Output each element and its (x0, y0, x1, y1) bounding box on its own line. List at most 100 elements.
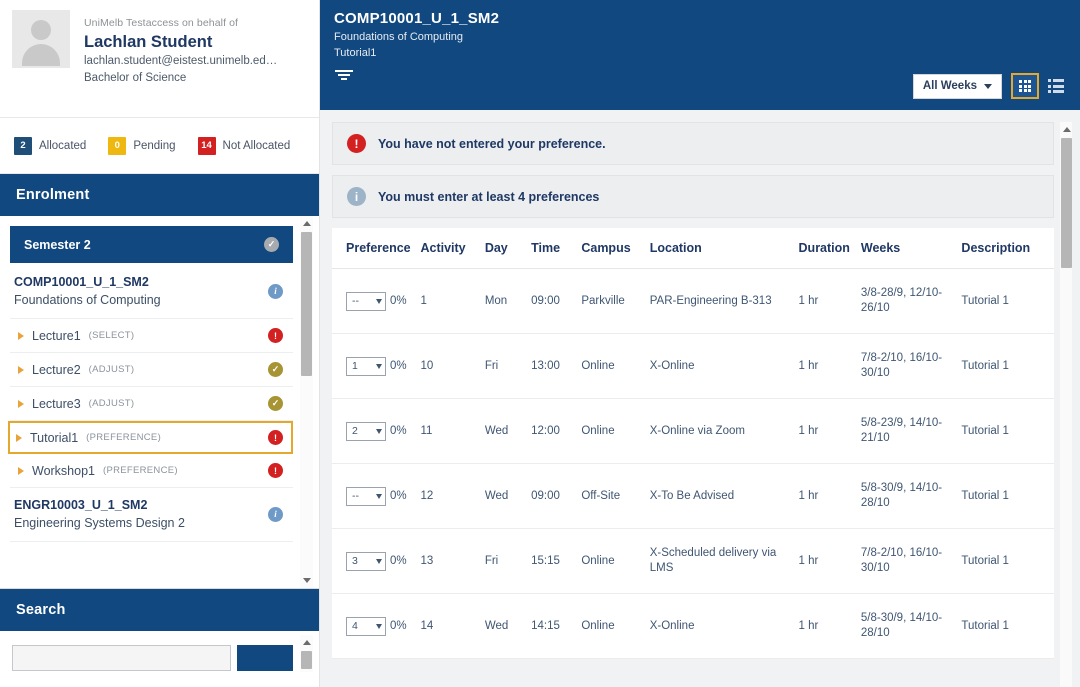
preference-select[interactable]: 1 (346, 356, 386, 376)
scroll-up-icon[interactable] (1061, 124, 1072, 135)
expand-triangle-icon (18, 331, 24, 340)
activity-name: Lecture1 (32, 328, 81, 343)
page-subject: Foundations of Computing (334, 31, 464, 43)
sidebar-activity-tutorial1[interactable]: Tutorial1 (PREFERENCE) ! (8, 421, 293, 454)
enrolment-scrollbar[interactable] (300, 216, 313, 588)
all-weeks-label: All Weeks (922, 80, 977, 92)
status-pending-label: Pending (133, 139, 176, 152)
cell-description: Tutorial 1 (961, 593, 1054, 659)
column-header-weeks: Weeks (860, 228, 962, 269)
preference-select[interactable]: 3 (346, 551, 386, 571)
activity-mode: (ADJUST) (88, 398, 135, 409)
column-header-description: Description (961, 228, 1054, 269)
error-alert-text: You have not entered your preference. (378, 136, 606, 151)
scrollbar-thumb[interactable] (301, 232, 312, 376)
profile-email: lachlan.student@eistest.unimelb.ed… (84, 55, 278, 67)
table-row[interactable]: -- 0% 12 Wed 09:00 Off-Site X-To Be Advi (332, 463, 1054, 529)
filter-icon[interactable] (334, 70, 354, 86)
check-circle-icon: ✓ (268, 362, 283, 377)
column-header-campus: Campus (581, 228, 650, 269)
scroll-up-icon[interactable] (301, 637, 312, 648)
check-circle-icon: ✓ (264, 237, 279, 252)
preference-select[interactable]: 4 (346, 616, 386, 636)
scroll-down-icon[interactable] (301, 575, 312, 586)
main-content-scrollbar[interactable] (1060, 122, 1072, 687)
scrollbar-thumb[interactable] (301, 651, 312, 669)
all-weeks-dropdown[interactable]: All Weeks (912, 73, 1002, 99)
preference-select[interactable]: 2 (346, 421, 386, 441)
cell-weeks: 3/8-28/9, 12/10-26/10 (860, 268, 962, 334)
chevron-down-icon (376, 298, 382, 304)
exclamation-circle-icon: ! (347, 134, 366, 153)
info-circle-icon: i (347, 187, 366, 206)
cell-day: Wed (484, 463, 532, 529)
preference-select[interactable]: -- (346, 291, 386, 311)
course-row-comp10001[interactable]: COMP10001_U_1_SM2 Foundations of Computi… (10, 265, 293, 319)
cell-location: X-Online (649, 593, 799, 659)
cell-location: X-Online (649, 333, 799, 399)
list-view-button[interactable] (1048, 77, 1066, 95)
activity-mode: (SELECT) (88, 330, 135, 341)
sidebar-activity-workshop1[interactable]: Workshop1 (PREFERENCE) ! (10, 454, 293, 488)
semester-header[interactable]: Semester 2 ✓ (10, 226, 293, 263)
chevron-down-icon (376, 558, 382, 564)
cell-campus: Off-Site (581, 463, 650, 529)
cell-duration: 1 hr (798, 528, 861, 594)
cell-campus: Online (581, 333, 650, 399)
expand-triangle-icon (18, 466, 24, 475)
table-row[interactable]: 2 0% 11 Wed 12:00 Online X-Online via Zo (332, 398, 1054, 464)
cell-location: X-Online via Zoom (649, 398, 799, 464)
cell-campus: Parkville (581, 268, 650, 334)
cell-duration: 1 hr (798, 398, 861, 464)
info-icon[interactable]: i (268, 506, 283, 522)
alert-icon: ! (268, 463, 283, 478)
cell-time: 13:00 (531, 333, 582, 399)
sidebar-activity-lecture1[interactable]: Lecture1 (SELECT) ! (10, 319, 293, 353)
info-icon[interactable]: i (268, 283, 283, 299)
main-body: ! You have not entered your preference. … (320, 110, 1080, 687)
table-row[interactable]: -- 0% 1 Mon 09:00 Parkville PAR-Engineer (332, 268, 1054, 334)
sidebar-activity-lecture3[interactable]: Lecture3 (ADJUST) ✓ (10, 387, 293, 421)
table-header-row: Preference Activity Day Time Campus Loca… (332, 228, 1054, 269)
preference-value: -- (352, 294, 359, 307)
cell-activity: 10 (420, 333, 485, 399)
search-scrollbar[interactable] (300, 635, 313, 672)
enrolment-panel-title: Enrolment (0, 174, 319, 216)
sidebar-activity-lecture2[interactable]: Lecture2 (ADJUST) ✓ (10, 353, 293, 387)
cell-day: Wed (484, 593, 532, 659)
cell-description: Tutorial 1 (961, 463, 1054, 529)
profile-on-behalf-of: UniMelb Testaccess on behalf of (84, 17, 239, 29)
expand-triangle-icon (18, 399, 24, 408)
scroll-up-icon[interactable] (301, 218, 312, 229)
alert-icon: ! (268, 328, 283, 343)
search-button[interactable] (237, 645, 293, 671)
cell-activity: 11 (420, 398, 485, 464)
schedule-table-wrapper: Preference Activity Day Time Campus Loca… (332, 228, 1054, 659)
scrollbar-thumb[interactable] (1061, 138, 1072, 268)
status-not-allocated: 14 Not Allocated (197, 136, 290, 155)
grid-view-button[interactable] (1011, 73, 1039, 99)
cell-description: Tutorial 1 (961, 528, 1054, 594)
table-row[interactable]: 4 0% 14 Wed 14:15 Online X-Online 1 hr 5… (332, 593, 1054, 659)
column-header-time: Time (531, 228, 582, 269)
cell-time: 12:00 (531, 398, 582, 464)
page-activity-group: Tutorial1 (334, 47, 377, 59)
activity-name: Lecture2 (32, 362, 81, 377)
cell-day: Mon (484, 268, 532, 334)
table-row[interactable]: 1 0% 10 Fri 13:00 Online X-Online 1 hr 7… (332, 333, 1054, 399)
search-input[interactable] (12, 645, 231, 671)
preference-select[interactable]: -- (346, 486, 386, 506)
cell-weeks: 7/8-2/10, 16/10-30/10 (860, 528, 962, 594)
cell-location: X-To Be Advised (649, 463, 799, 529)
cell-location: X-Scheduled delivery via LMS (649, 528, 799, 594)
main-panel: COMP10001_U_1_SM2 Foundations of Computi… (320, 0, 1080, 687)
cell-time: 09:00 (531, 463, 582, 529)
cell-activity: 1 (420, 268, 485, 334)
course-name: Foundations of Computing (14, 293, 161, 307)
sidebar: UniMelb Testaccess on behalf of Lachlan … (0, 0, 320, 687)
course-row-engr10003[interactable]: ENGR10003_U_1_SM2 Engineering Systems De… (10, 488, 293, 542)
cell-location: PAR-Engineering B-313 (649, 268, 799, 334)
status-not-allocated-count: 14 (197, 136, 216, 155)
table-row[interactable]: 3 0% 13 Fri 15:15 Online X-Scheduled del (332, 528, 1054, 594)
preference-percent: 0% (390, 619, 407, 632)
